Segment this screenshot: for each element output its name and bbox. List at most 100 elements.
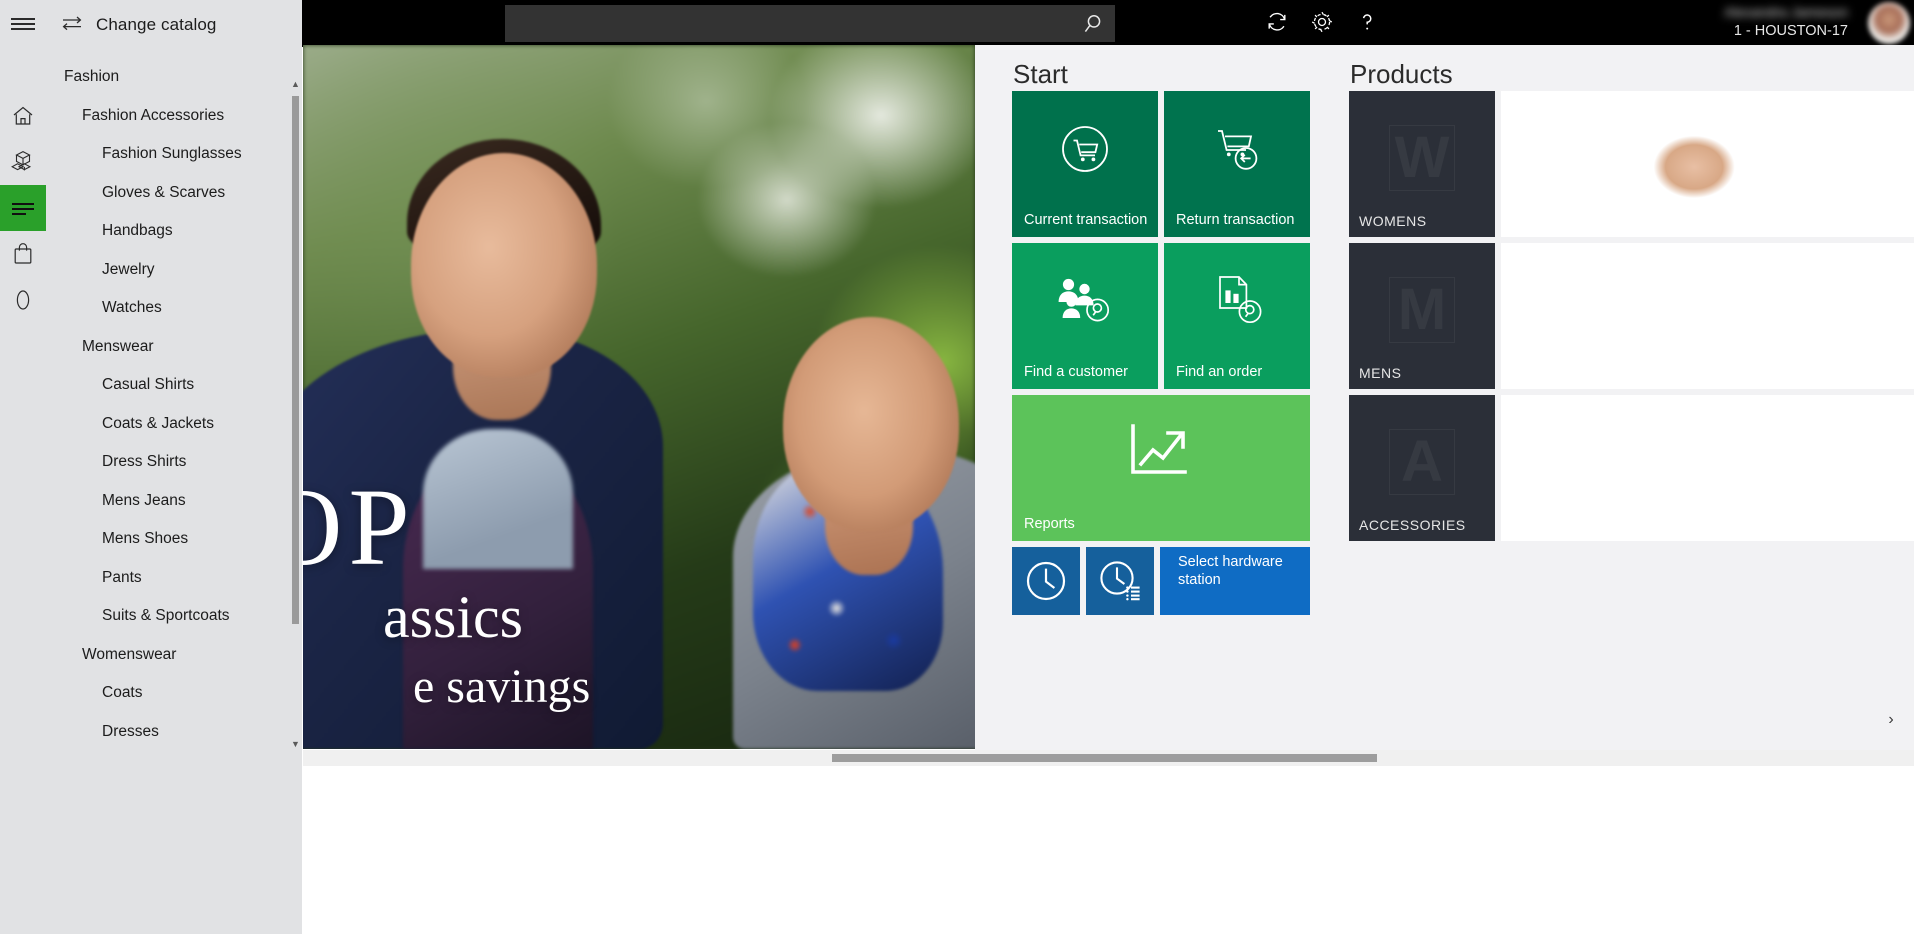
start-title: Start [1013, 59, 1068, 89]
people-with-magnifier-icon [1012, 243, 1158, 359]
home-icon [11, 104, 35, 128]
category-letter: M [1389, 277, 1455, 344]
tile-select-hardware-station[interactable]: Select hardware station [1160, 547, 1310, 615]
tile-label: Reports [1024, 516, 1075, 532]
chevron-right-icon[interactable]: › [1876, 705, 1906, 735]
left-sidebar: Change catalog Fashion Fashion Accessorie… [0, 0, 302, 934]
product-photo-figure [1561, 91, 1741, 237]
products-title: Products [1350, 59, 1453, 89]
product-row: M MENS [1349, 243, 1914, 389]
scroll-up-arrow-icon[interactable]: ▲ [289, 76, 302, 92]
category-letter: A [1389, 429, 1455, 496]
catalog-node[interactable]: Casual Shirts [46, 366, 291, 405]
avatar[interactable] [1868, 2, 1910, 44]
catalog-node[interactable]: Mens Jeans [46, 482, 291, 521]
product-photo-mens[interactable] [1501, 243, 1914, 389]
search-input[interactable] [505, 5, 1071, 42]
tile-label: Select hardware station [1178, 554, 1283, 588]
products-panel: Products W WOMENS M MENS A ACCESSORIES › [1346, 45, 1914, 750]
catalog-node[interactable]: Pants [46, 559, 291, 598]
horizontal-scroll-thumb[interactable] [832, 754, 1377, 762]
sidebar-item-catalog[interactable] [0, 185, 46, 231]
catalog-node[interactable]: Watches [46, 289, 291, 328]
sidebar-scrollbar[interactable]: ▲ ▼ [289, 76, 302, 752]
catalog-node[interactable]: Jewelry [46, 251, 291, 290]
cart-with-back-arrow-icon [1164, 91, 1310, 207]
category-letter: W [1389, 125, 1455, 192]
hero-man-head [411, 153, 597, 377]
sidebar-item-home[interactable] [0, 93, 46, 139]
scroll-down-arrow-icon[interactable]: ▼ [289, 736, 302, 752]
cart-in-circle-icon [1012, 91, 1158, 207]
settings-button[interactable] [1302, 6, 1342, 42]
sidebar-item-products[interactable] [0, 139, 46, 185]
refresh-button[interactable] [1257, 6, 1297, 42]
sidebar-scroll-thumb[interactable] [292, 96, 299, 624]
catalog-node[interactable]: Fashion [46, 58, 291, 97]
search-box[interactable] [505, 5, 1115, 42]
catalog-node[interactable]: Gloves & Scarves [46, 174, 291, 213]
clock-with-list-icon [1086, 547, 1154, 615]
menu-bar [11, 18, 35, 20]
clock-icon [1012, 547, 1080, 615]
category-label: ACCESSORIES [1359, 517, 1466, 533]
tile-current-transaction[interactable]: Current transaction [1012, 91, 1158, 237]
hero-woman-head [783, 317, 959, 531]
tile-return-transaction[interactable]: Return transaction [1164, 91, 1310, 237]
gear-icon [1309, 9, 1335, 40]
menu-bar [11, 28, 35, 30]
catalog-node[interactable]: Handbags [46, 212, 291, 251]
tile-label: Current transaction [1024, 212, 1148, 228]
catalog-node[interactable]: Coats [46, 674, 291, 713]
zero-digit-icon [13, 287, 33, 313]
shopping-bag-icon [12, 242, 34, 266]
product-category-tile-womens[interactable]: W WOMENS [1349, 91, 1495, 237]
user-name: Alexandra Jameson [1724, 4, 1848, 20]
user-terminal: 1 - HOUSTON-17 [1733, 23, 1848, 39]
tile-find-an-order[interactable]: Find an order [1164, 243, 1310, 389]
product-category-tile-accessories[interactable]: A ACCESSORIES [1349, 395, 1495, 541]
hero-man-shirt [423, 429, 573, 569]
catalog-node[interactable]: Menswear [46, 328, 291, 367]
help-button[interactable] [1347, 6, 1387, 42]
boxes-icon [10, 149, 36, 175]
catalog-node[interactable]: Fashion Sunglasses [46, 135, 291, 174]
menu-bar [11, 23, 35, 25]
tile-label: Return transaction [1176, 212, 1295, 228]
user-info[interactable]: Alexandra Jameson 1 - HOUSTON-17 [1638, 3, 1848, 41]
promo-hero-image[interactable]: OP assics e savings [303, 45, 975, 749]
tile-reports[interactable]: Reports [1012, 395, 1310, 541]
catalog-node[interactable]: Coats & Jackets [46, 405, 291, 444]
product-row: W WOMENS [1349, 91, 1914, 237]
product-photo-womens[interactable] [1501, 91, 1914, 237]
line-chart-arrow-icon [1012, 395, 1310, 511]
catalog-node[interactable]: Suits & Sportcoats [46, 597, 291, 636]
menu-icon[interactable] [0, 0, 46, 48]
swap-arrows-icon [60, 14, 84, 37]
change-catalog-label: Change catalog [96, 15, 217, 34]
catalog-node[interactable]: Dresses [46, 713, 291, 752]
tile-label: Find an order [1176, 364, 1263, 380]
catalog-node[interactable]: Mens Shoes [46, 520, 291, 559]
catalog-node[interactable]: Dress Shirts [46, 443, 291, 482]
refresh-icon [1264, 9, 1290, 40]
search-icon[interactable] [1071, 5, 1115, 42]
category-label: WOMENS [1359, 213, 1427, 229]
catalog-node[interactable]: Fashion Accessories [46, 97, 291, 136]
tile-label: Find a customer [1024, 364, 1128, 380]
sidebar-item-cart[interactable] [0, 231, 46, 277]
list-lines-icon [10, 199, 36, 217]
horizontal-scrollbar[interactable] [303, 750, 1914, 766]
change-catalog-button[interactable]: Change catalog [60, 8, 217, 42]
tile-time-clock[interactable] [1012, 547, 1080, 615]
question-mark-icon [1354, 9, 1380, 40]
product-row: A ACCESSORIES [1349, 395, 1914, 541]
product-photo-accessories[interactable] [1501, 395, 1914, 541]
pos-application: Change catalog Fashion Fashion Accessorie… [0, 0, 1914, 934]
tile-time-clock-entries[interactable] [1086, 547, 1154, 615]
sidebar-item-zero[interactable] [0, 277, 46, 323]
catalog-node[interactable]: Womenswear [46, 636, 291, 675]
product-category-tile-mens[interactable]: M MENS [1349, 243, 1495, 389]
catalog-tree[interactable]: Fashion Fashion Accessories Fashion Sungla… [46, 58, 291, 934]
tile-find-a-customer[interactable]: Find a customer [1012, 243, 1158, 389]
